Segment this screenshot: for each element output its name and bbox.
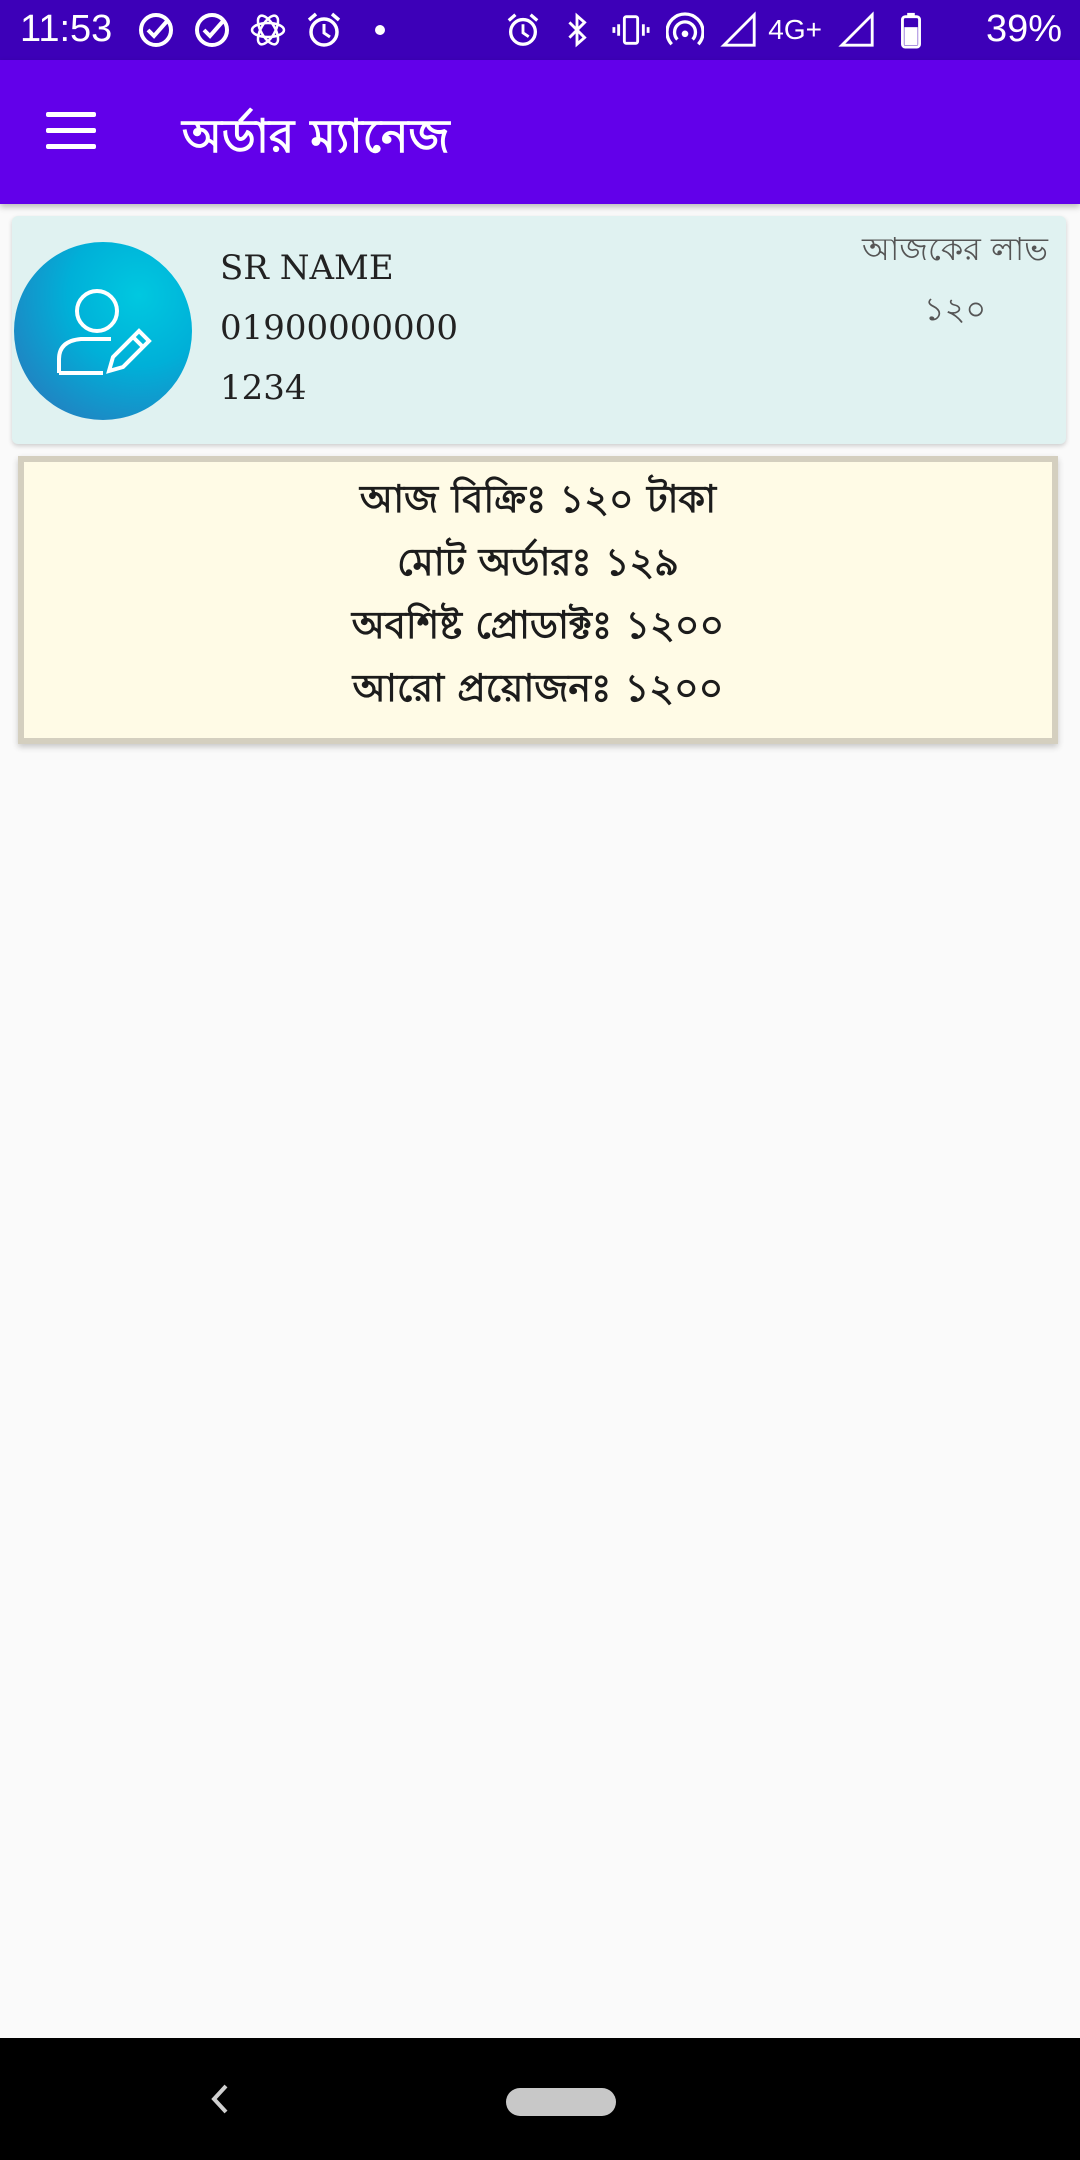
home-pill-icon[interactable] <box>506 2088 616 2116</box>
profile-card: SR NAME 01900000000 1234 আজকের লাভ ১২০ <box>12 216 1066 444</box>
menu-icon[interactable] <box>46 112 96 152</box>
page-title: অর্ডার ম্যানেজ <box>182 109 450 163</box>
status-time: 11:53 <box>20 8 113 50</box>
dot-icon <box>375 25 385 35</box>
network-type: 4G+ <box>768 14 822 45</box>
profile-phone: 01900000000 <box>220 308 458 348</box>
alarm-icon <box>307 12 341 47</box>
notification-icons <box>136 10 416 50</box>
signal-icon <box>720 11 756 47</box>
battery-icon <box>901 12 921 49</box>
navigation-bar <box>0 2038 1080 2160</box>
atom-icon <box>250 14 286 46</box>
hotspot-icon <box>666 12 705 46</box>
app-bar: অর্ডার ম্যানেজ <box>0 60 1080 204</box>
profile-info: SR NAME 01900000000 1234 <box>220 238 458 418</box>
sales-today: আজ বিক্রিঃ ১২০ টাকা <box>359 477 717 521</box>
bluetooth-icon <box>568 12 587 48</box>
total-orders: মোট অর্ডারঃ ১২৯ <box>397 540 679 584</box>
today-profit: আজকের লাভ ১২০ <box>862 224 1048 338</box>
check-circle-icon <box>139 13 173 47</box>
check-circle-icon <box>195 13 229 47</box>
edit-user-icon <box>57 289 152 375</box>
profile-id: 1234 <box>220 368 307 408</box>
system-icons: 4G+ <box>488 10 930 50</box>
vibrate-icon <box>612 15 650 45</box>
signal-icon <box>838 11 874 47</box>
profile-name: SR NAME <box>220 248 394 288</box>
alarm-icon <box>507 13 539 46</box>
profit-label: আজকের লাভ <box>862 230 1048 268</box>
profit-value: ১২০ <box>923 290 987 328</box>
battery-percentage: 39% <box>985 8 1062 50</box>
more-needed: আরো প্রয়োজনঃ ১২০০ <box>352 666 724 710</box>
chevron-left-icon[interactable] <box>200 2074 240 2124</box>
avatar[interactable] <box>14 242 192 420</box>
remaining-products: অবশিষ্ট প্রোডাক্টঃ ১২০০ <box>351 603 725 647</box>
status-bar: 11:53 4G+ 39% <box>0 0 1080 60</box>
summary-card: আজ বিক্রিঃ ১২০ টাকা মোট অর্ডারঃ ১২৯ অবশি… <box>18 456 1058 744</box>
